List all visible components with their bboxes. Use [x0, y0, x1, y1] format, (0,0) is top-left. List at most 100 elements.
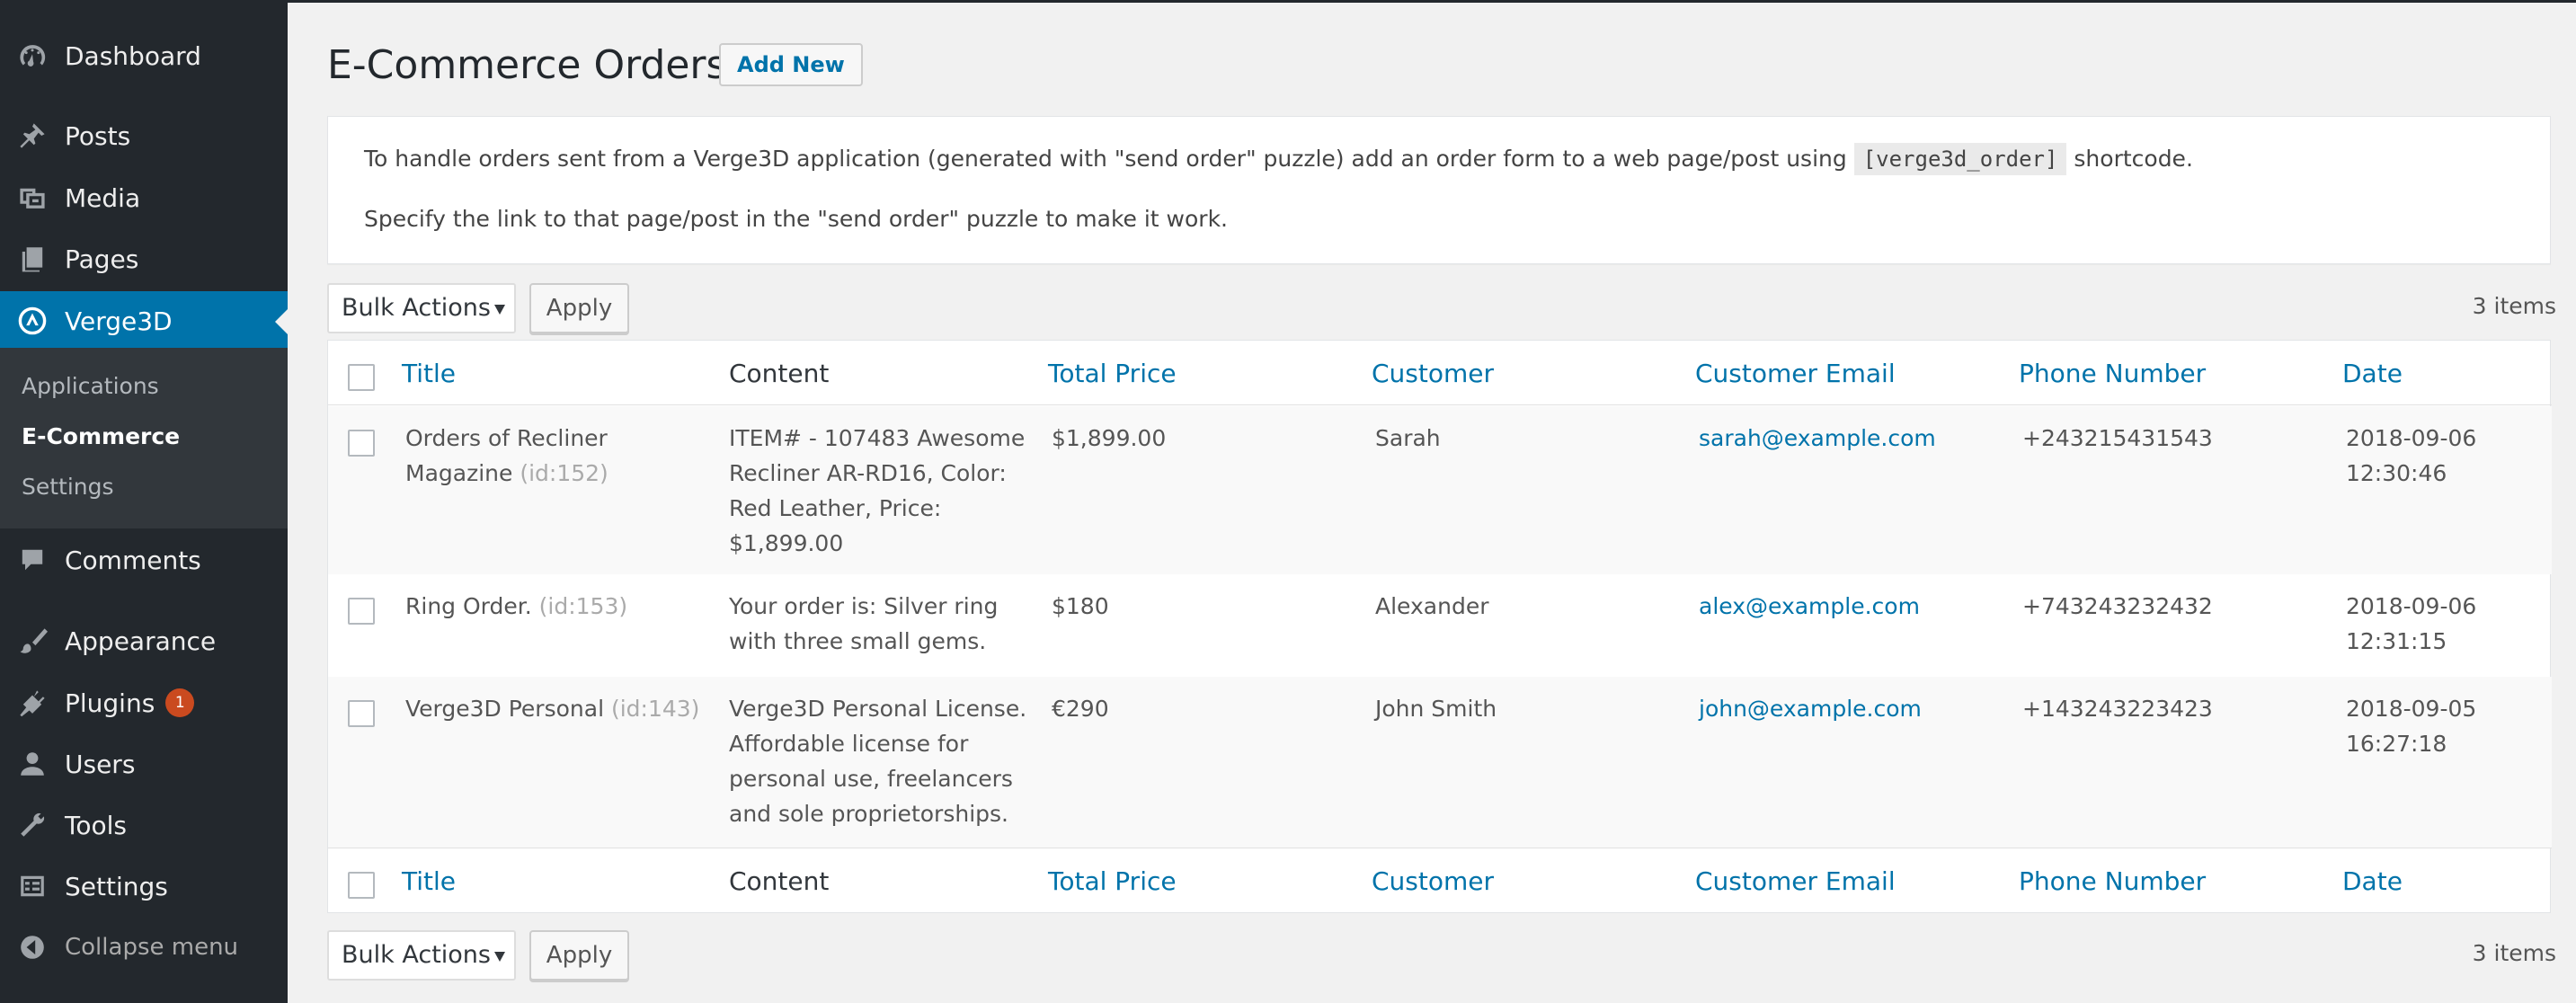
menu-item-comments[interactable]: Comments — [0, 530, 288, 590]
plugin-icon — [0, 688, 65, 718]
column-date[interactable]: Date — [2342, 359, 2403, 388]
row-id: (id:153) — [538, 593, 628, 619]
bulk-actions-label: Bulk Actions — [342, 941, 491, 969]
column-customer[interactable]: Customer — [1372, 359, 1494, 388]
admin-sidebar: Dashboard Posts Media Pages Verge3D Appl… — [0, 3, 288, 1003]
menu-label-comments: Comments — [65, 545, 201, 575]
settings-icon — [0, 872, 65, 901]
row-customer: John Smith — [1375, 696, 1497, 722]
row-title[interactable]: Ring Order. (id:153) — [405, 589, 711, 624]
menu-item-appearance[interactable]: Appearance — [0, 611, 288, 670]
row-total-price: $180 — [1052, 593, 1109, 619]
column-customer-email[interactable]: Customer Email — [1695, 359, 1896, 388]
menu-item-tools[interactable]: Tools — [0, 795, 288, 855]
row-content: Verge3D Personal License. Affordable lic… — [729, 696, 1027, 827]
row-title[interactable]: Verge3D Personal (id:143) — [405, 691, 720, 726]
row-total-price: €290 — [1052, 696, 1109, 722]
menu-item-verge3d[interactable]: Verge3D — [0, 291, 288, 351]
row-date: 2018-09-06 12:30:46 — [2346, 425, 2477, 486]
table-row: Verge3D Personal (id:143) Verge3D Person… — [328, 677, 2552, 848]
verge3d-submenu: Applications E-Commerce Settings — [0, 348, 288, 528]
items-count-bottom: 3 items — [2472, 940, 2556, 966]
column-content: Content — [729, 359, 830, 388]
menu-label-pages: Pages — [65, 244, 139, 274]
notice-text-1: To handle orders sent from a Verge3D app… — [364, 146, 1847, 172]
verge3d-icon — [0, 306, 65, 336]
row-title-text[interactable]: Verge3D Personal — [405, 696, 604, 722]
row-phone: +243215431543 — [2022, 425, 2213, 451]
menu-label-settings: Settings — [65, 871, 168, 901]
row-customer: Sarah — [1375, 425, 1441, 451]
row-email-link[interactable]: john@example.com — [1699, 691, 1922, 726]
wrench-icon — [0, 811, 65, 839]
orders-table: Title Content Total Price Customer Custo… — [327, 340, 2552, 913]
column-phone-number[interactable]: Phone Number — [2019, 359, 2206, 388]
table-footer: Title Content Total Price Customer Custo… — [328, 848, 2552, 912]
menu-item-pages[interactable]: Pages — [0, 229, 288, 288]
brush-icon — [0, 626, 65, 656]
dashboard-icon — [0, 40, 65, 71]
row-title-text[interactable]: Ring Order. — [405, 593, 532, 619]
row-checkbox[interactable] — [348, 598, 375, 625]
row-content: Your order is: Silver ring with three sm… — [729, 593, 999, 654]
menu-item-dashboard[interactable]: Dashboard — [0, 26, 288, 85]
column-phone-number-footer[interactable]: Phone Number — [2019, 866, 2206, 896]
row-email-link[interactable]: alex@example.com — [1699, 589, 1920, 624]
menu-label-appearance: Appearance — [65, 626, 217, 656]
row-phone: +143243223423 — [2022, 696, 2213, 722]
submenu-item-ecommerce[interactable]: E-Commerce — [22, 423, 180, 449]
column-total-price-footer[interactable]: Total Price — [1048, 866, 1177, 896]
menu-item-media[interactable]: Media — [0, 168, 288, 227]
menu-item-users[interactable]: Users — [0, 734, 288, 794]
dropdown-arrow-icon — [494, 305, 505, 315]
column-total-price[interactable]: Total Price — [1048, 359, 1177, 388]
notice-text-1-end: shortcode. — [2074, 146, 2193, 172]
menu-label-tools: Tools — [65, 810, 127, 840]
select-all-checkbox[interactable] — [348, 364, 375, 391]
info-notice: To handle orders sent from a Verge3D app… — [327, 116, 2551, 264]
menu-item-posts[interactable]: Posts — [0, 106, 288, 165]
apply-button-top[interactable]: Apply — [529, 283, 629, 333]
add-new-button[interactable]: Add New — [719, 43, 863, 86]
submenu-item-settings[interactable]: Settings — [22, 474, 114, 500]
column-customer-footer[interactable]: Customer — [1372, 866, 1494, 896]
notice-line-2: Specify the link to that page/post in th… — [364, 206, 1228, 232]
column-customer-email-footer[interactable]: Customer Email — [1695, 866, 1896, 896]
table-header: Title Content Total Price Customer Custo… — [328, 341, 2552, 405]
bulk-actions-label: Bulk Actions — [342, 294, 491, 322]
row-checkbox[interactable] — [348, 700, 375, 727]
column-date-footer[interactable]: Date — [2342, 866, 2403, 896]
menu-item-plugins[interactable]: Plugins 1 — [0, 673, 288, 732]
row-title[interactable]: Orders of Recliner Magazine (id:152) — [405, 421, 711, 491]
collapse-menu-button[interactable]: Collapse menu — [0, 918, 288, 977]
bulk-actions-select-top[interactable]: Bulk Actions — [327, 283, 516, 333]
menu-item-settings[interactable]: Settings — [0, 857, 288, 916]
row-content: ITEM# - 107483 Awesome Recliner AR-RD16,… — [729, 425, 1026, 556]
menu-label-dashboard: Dashboard — [65, 40, 201, 71]
menu-label-collapse: Collapse menu — [65, 934, 239, 961]
menu-label-media: Media — [65, 182, 141, 213]
menu-label-posts: Posts — [65, 120, 131, 151]
column-title[interactable]: Title — [402, 359, 456, 388]
apply-button-bottom[interactable]: Apply — [529, 930, 629, 981]
pin-icon — [0, 120, 65, 151]
bulk-actions-select-bottom[interactable]: Bulk Actions — [327, 930, 516, 981]
column-title-footer[interactable]: Title — [402, 866, 456, 896]
select-all-checkbox-bottom[interactable] — [348, 872, 375, 899]
row-date: 2018-09-06 12:31:15 — [2346, 593, 2477, 654]
row-email-link[interactable]: sarah@example.com — [1699, 421, 1936, 456]
row-checkbox[interactable] — [348, 430, 375, 457]
items-count-top: 3 items — [2472, 293, 2556, 319]
submenu-item-applications[interactable]: Applications — [22, 373, 159, 399]
menu-label-users: Users — [65, 749, 136, 779]
table-row: Orders of Recliner Magazine (id:152) ITE… — [328, 406, 2552, 574]
plugins-update-badge: 1 — [165, 688, 195, 717]
shortcode-code: [verge3d_order] — [1853, 143, 2067, 175]
row-customer: Alexander — [1375, 593, 1489, 619]
comment-icon — [0, 546, 65, 574]
pages-icon — [0, 244, 65, 274]
column-content-footer: Content — [729, 866, 830, 896]
row-total-price: $1,899.00 — [1052, 425, 1167, 451]
notice-line-1: To handle orders sent from a Verge3D app… — [364, 143, 2193, 175]
user-icon — [0, 750, 65, 778]
